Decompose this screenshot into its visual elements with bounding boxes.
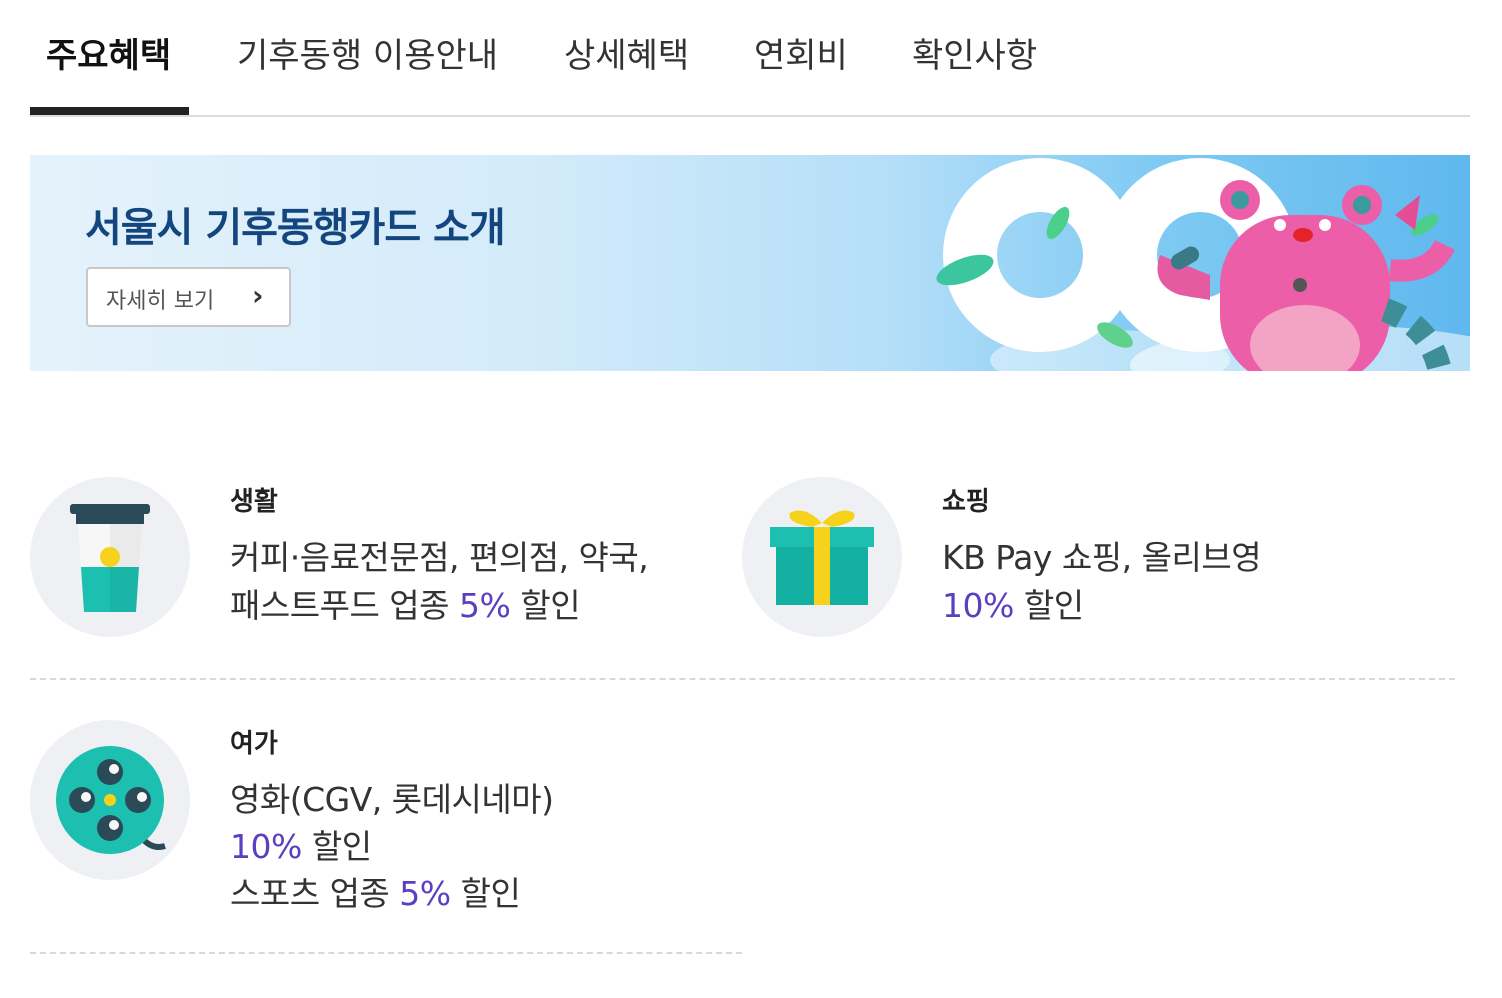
tab-detail-benefits[interactable]: 상세혜택 (564, 28, 689, 77)
discount-rate: 5% (459, 586, 511, 625)
gift-box-icon-circle (742, 477, 902, 637)
benefit-category: 쇼핑 (942, 487, 990, 517)
banner-illustration (936, 158, 1470, 371)
gift-box-icon (770, 510, 874, 605)
tab-main-benefits[interactable]: 주요혜택 (46, 28, 171, 77)
discount-rate: 5% (399, 874, 451, 913)
section-divider (30, 952, 742, 954)
discount-rate: 10% (942, 586, 1014, 625)
active-tab-indicator (30, 107, 189, 115)
benefit-description: 커피·음료전문점, 편의점, 약국, (230, 538, 649, 577)
film-reel-icon (56, 746, 166, 854)
coffee-cup-icon-circle (30, 477, 190, 637)
section-divider (30, 678, 1455, 680)
discount-rate: 10% (230, 827, 302, 866)
benefit-category: 생활 (230, 487, 278, 517)
tab-usage-guide[interactable]: 기후동행 이용안내 (237, 28, 498, 77)
benefit-discount-line: 스포츠 업종 5% 할인 (230, 874, 521, 913)
benefit-tabs: 주요혜택 기후동행 이용안내 상세혜택 연회비 확인사항 (30, 0, 1470, 117)
view-details-label: 자세히 보기 (106, 289, 215, 314)
banner-title: 서울시 기후동행카드 소개 (85, 205, 506, 251)
tab-annual-fee[interactable]: 연회비 (754, 28, 848, 77)
coffee-cup-icon (70, 504, 150, 612)
benefit-category: 여가 (230, 729, 278, 759)
benefit-discount-line: 10% 할인 (942, 586, 1084, 625)
view-details-button[interactable]: 자세히 보기 › (86, 267, 291, 327)
chevron-right-icon: › (252, 279, 264, 312)
tab-notice[interactable]: 확인사항 (912, 28, 1037, 77)
benefit-discount-line: 패스트푸드 업종 5% 할인 (230, 586, 581, 625)
film-reel-icon-circle (30, 720, 190, 880)
benefit-description: KB Pay 쇼핑, 올리브영 (942, 538, 1262, 577)
promo-banner[interactable]: 서울시 기후동행카드 소개 자세히 보기 › (30, 155, 1470, 371)
benefit-description: 영화(CGV, 롯데시네마) (230, 780, 554, 819)
benefit-discount-line: 10% 할인 (230, 827, 372, 866)
